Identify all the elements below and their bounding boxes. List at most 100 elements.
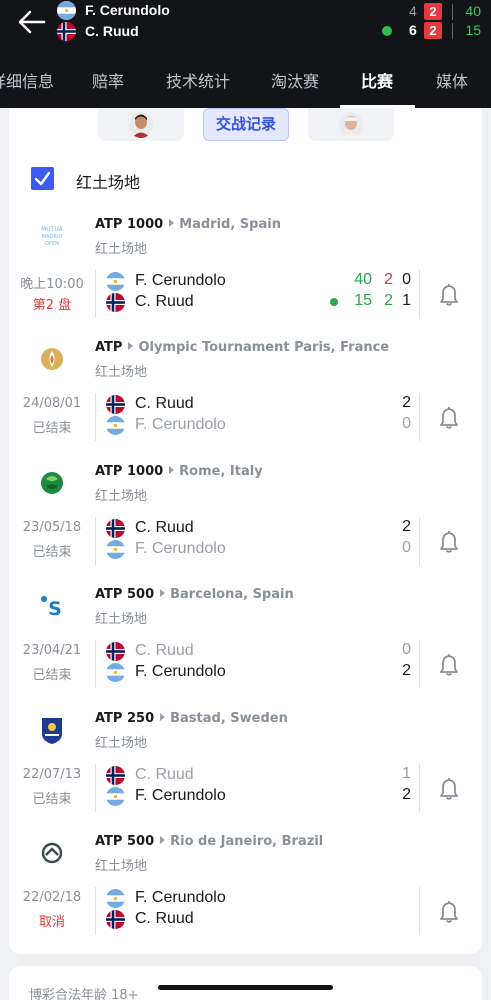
event-location: Barcelona, Spain — [170, 587, 294, 602]
match-status: 已结束 — [32, 545, 72, 560]
player2-avatar — [339, 112, 363, 138]
event-location: Rome, Italy — [179, 464, 263, 479]
back-arrow-icon[interactable] — [17, 9, 47, 35]
match-player-row[interactable]: C. Ruud — [106, 518, 194, 538]
match-status: 已结束 — [32, 792, 72, 807]
match-header: F. Cerundolo C. Ruud 4 2 40 6 2 15 详细信息 … — [0, 0, 491, 108]
clay-filter-checkbox[interactable] — [31, 167, 54, 190]
h2h-record-button[interactable]: 交战记录 — [203, 108, 289, 141]
event-surface: 红土场地 — [95, 242, 148, 257]
match-time: 24/08/01 — [22, 396, 82, 411]
tab-details[interactable]: 详细信息 — [0, 68, 54, 92]
legal-age-notice: 博彩合法年龄 18+ — [29, 988, 139, 1000]
header-player2-games: 6 — [409, 22, 417, 38]
match-player-row[interactable]: F. Cerundolo — [106, 786, 226, 806]
event-title[interactable]: ATP 1000 Madrid, Spain — [95, 217, 281, 232]
match-player-row[interactable]: F. Cerundolo — [106, 539, 226, 559]
header-player1: F. Cerundolo — [57, 0, 170, 20]
sets-won: 1 — [402, 292, 411, 309]
match-time: 23/04/21 — [22, 643, 82, 658]
argentina-flag-icon — [106, 271, 125, 291]
norway-flag-icon — [106, 518, 125, 538]
divider — [95, 887, 96, 935]
checkmark-icon — [34, 171, 51, 186]
match-player-row[interactable]: F. Cerundolo — [106, 271, 226, 291]
notification-bell-icon[interactable] — [438, 900, 460, 924]
divider — [95, 393, 96, 441]
tab-stats[interactable]: 技术统计 — [166, 68, 230, 92]
tab-matches[interactable]: 比赛 — [361, 68, 393, 92]
norway-flag-icon — [106, 641, 125, 661]
norway-flag-icon — [106, 292, 125, 312]
barcelona-open-logo: S — [36, 590, 68, 622]
header-divider — [452, 23, 453, 39]
event-title[interactable]: ATP Olympic Tournament Paris, France — [95, 340, 389, 355]
player-name: C. Ruud — [135, 519, 194, 536]
match-player-row[interactable]: F. Cerundolo — [106, 415, 226, 435]
match-time: 23/05/18 — [22, 520, 82, 535]
event-tour: ATP 1000 — [95, 217, 164, 232]
header-player2-points: 15 — [465, 22, 481, 38]
header-player1-games: 4 — [409, 3, 417, 19]
chevron-right-icon — [169, 466, 175, 474]
match-player-row[interactable]: F. Cerundolo — [106, 662, 226, 682]
rio-open-logo — [36, 837, 68, 869]
match-status: 第2 盘 — [32, 298, 72, 313]
home-indicator — [158, 985, 333, 990]
norway-flag-icon — [106, 394, 125, 414]
event-title[interactable]: ATP 500 Rio de Janeiro, Brazil — [95, 834, 323, 849]
match-player-row[interactable]: C. Ruud — [106, 292, 194, 312]
argentina-flag-icon — [106, 786, 125, 806]
match-player-row[interactable]: C. Ruud — [106, 909, 194, 929]
match-player-row[interactable]: F. Cerundolo — [106, 888, 226, 908]
rome-open-logo — [36, 467, 68, 499]
player-name: F. Cerundolo — [135, 787, 226, 804]
player-name: C. Ruud — [135, 293, 194, 310]
current-set-games: 2 — [384, 271, 393, 288]
match-time: 22/02/18 — [22, 890, 82, 905]
player-name: F. Cerundolo — [135, 416, 226, 433]
divider — [95, 640, 96, 688]
notification-bell-icon[interactable] — [438, 530, 460, 554]
notification-bell-icon[interactable] — [438, 777, 460, 801]
divider — [95, 764, 96, 812]
event-tour: ATP 500 — [95, 587, 155, 602]
header-player1-set: 2 — [424, 3, 442, 20]
event-surface: 红土场地 — [95, 859, 148, 874]
divider — [419, 640, 420, 688]
tab-knockout[interactable]: 淘汰赛 — [271, 68, 319, 92]
argentina-flag-icon — [106, 539, 125, 559]
event-tour: ATP 250 — [95, 711, 155, 726]
event-title[interactable]: ATP 1000 Rome, Italy — [95, 464, 263, 479]
notification-bell-icon[interactable] — [438, 653, 460, 677]
chevron-right-icon — [160, 713, 166, 721]
player-name: C. Ruud — [135, 395, 194, 412]
match-player-row[interactable]: C. Ruud — [106, 641, 194, 661]
tab-odds[interactable]: 赔率 — [92, 68, 124, 92]
match-status: 取消 — [38, 915, 65, 930]
divider — [419, 270, 420, 318]
notification-bell-icon[interactable] — [438, 283, 460, 307]
sets-won: 2 — [402, 662, 411, 679]
event-title[interactable]: ATP 500 Barcelona, Spain — [95, 587, 294, 602]
sets-won: 2 — [402, 518, 411, 535]
svg-text:OPEN: OPEN — [45, 241, 59, 247]
player2-filter-button[interactable] — [308, 108, 394, 141]
live-points: 40 — [354, 271, 372, 288]
event-location: Bastad, Sweden — [170, 711, 288, 726]
event-location: Madrid, Spain — [179, 217, 281, 232]
tab-media[interactable]: 媒体 — [436, 68, 468, 92]
norway-flag-icon — [106, 765, 125, 785]
event-tour: ATP 500 — [95, 834, 155, 849]
player-name: F. Cerundolo — [135, 272, 226, 289]
event-surface: 红土场地 — [95, 612, 148, 627]
header-player1-name: F. Cerundolo — [85, 2, 170, 18]
event-title[interactable]: ATP 250 Bastad, Sweden — [95, 711, 288, 726]
match-player-row[interactable]: C. Ruud — [106, 765, 194, 785]
match-player-row[interactable]: C. Ruud — [106, 394, 194, 414]
sets-won: 0 — [402, 641, 411, 658]
svg-text:MADRID: MADRID — [42, 234, 63, 240]
notification-bell-icon[interactable] — [438, 406, 460, 430]
player1-filter-button[interactable] — [98, 108, 184, 141]
tab-bar: 详细信息 赔率 技术统计 淘汰赛 比赛 媒体 — [0, 58, 491, 108]
